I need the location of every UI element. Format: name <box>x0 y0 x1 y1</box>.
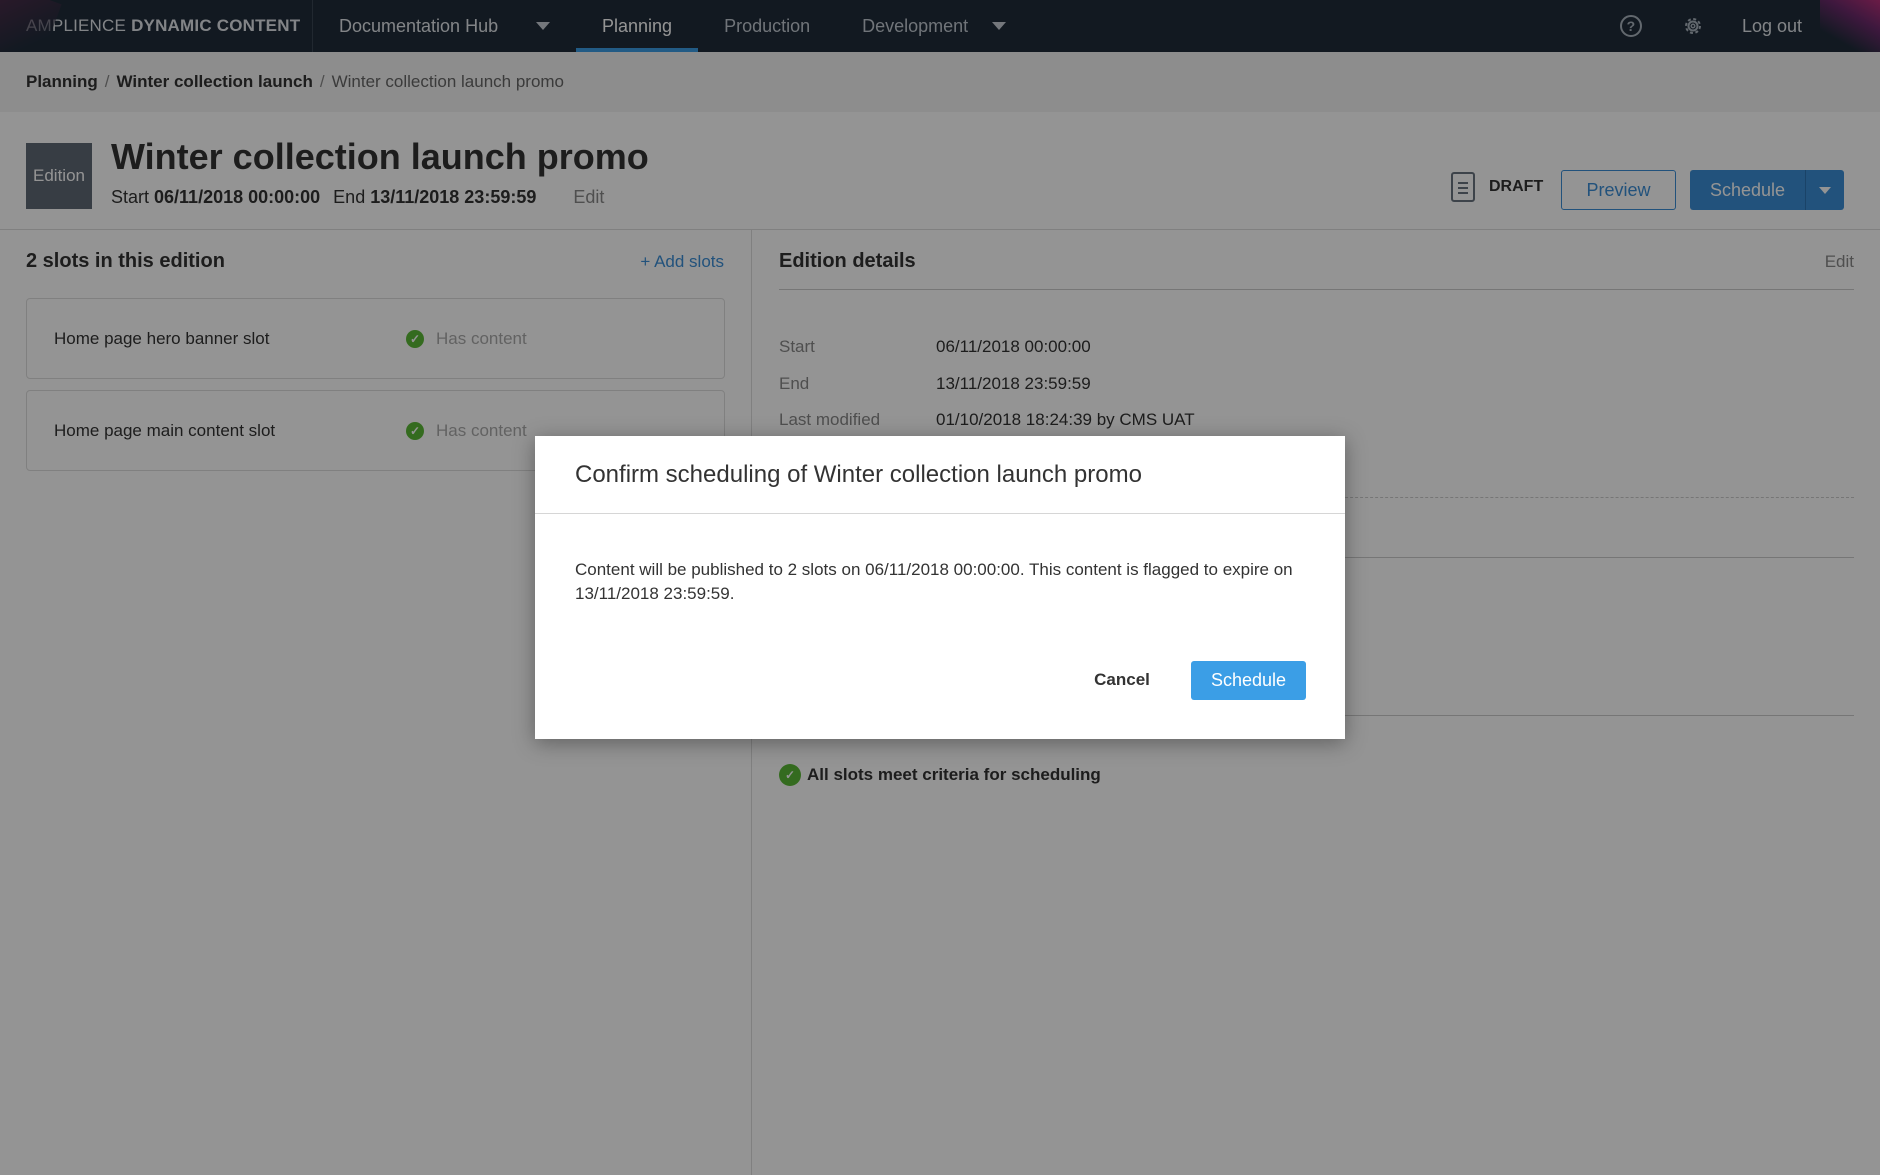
dialog-divider <box>535 513 1345 514</box>
cancel-button[interactable]: Cancel <box>1088 660 1156 700</box>
dialog-title: Confirm scheduling of Winter collection … <box>575 461 1142 488</box>
dialog-message: Content will be published to 2 slots on … <box>575 560 1293 603</box>
confirm-schedule-button[interactable]: Schedule <box>1191 661 1306 700</box>
